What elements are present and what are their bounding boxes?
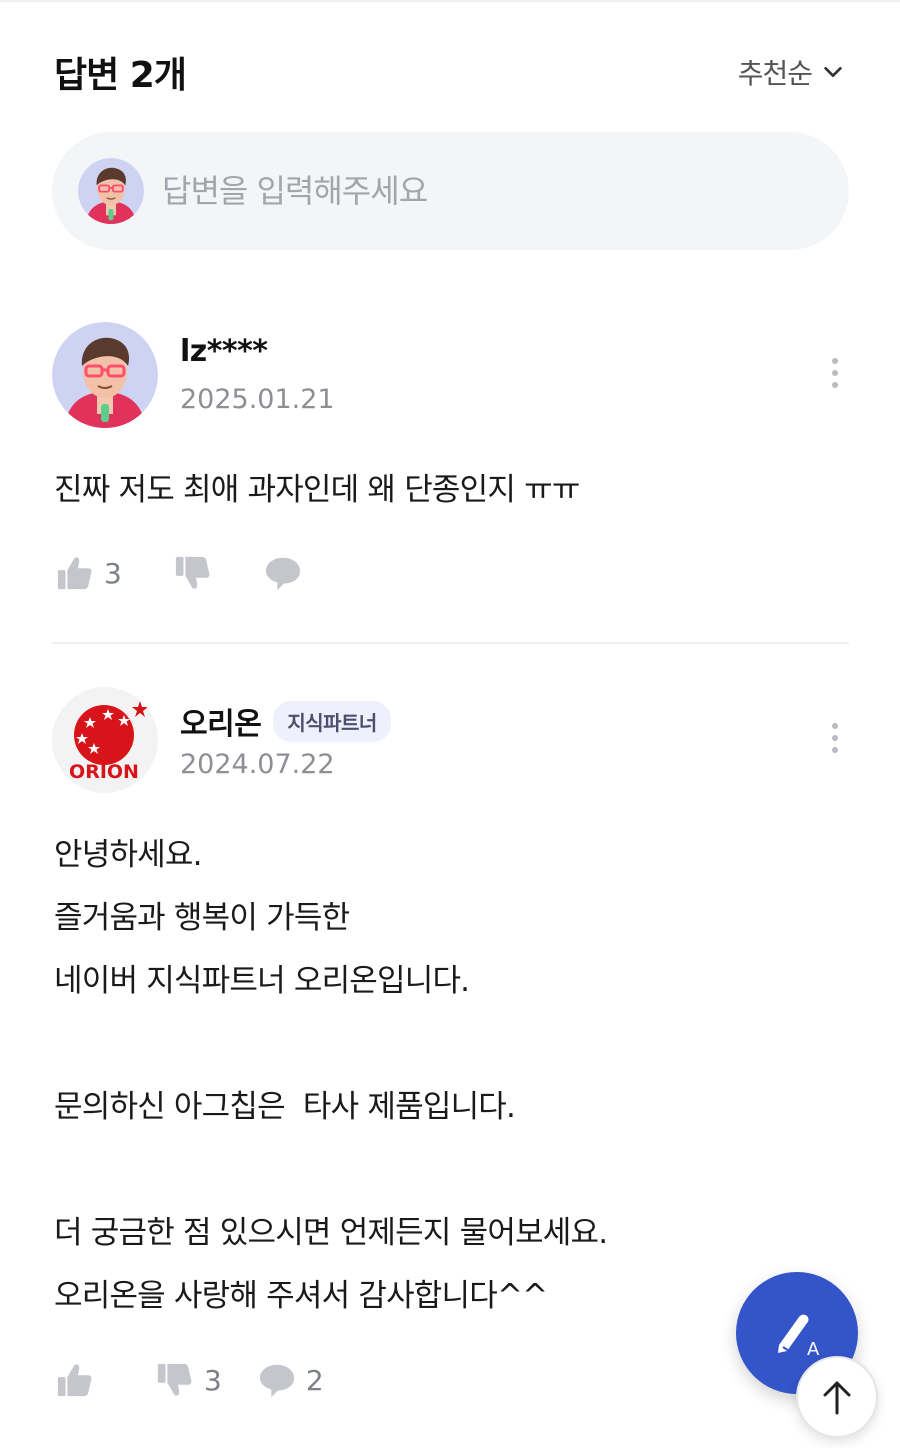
svg-text:A: A [807,1339,820,1360]
like-count: 3 [104,556,122,590]
more-vertical-icon[interactable] [825,358,845,394]
thumbs-down-icon [157,1363,192,1396]
orion-logo-avatar[interactable]: ORION [52,687,158,793]
author-name[interactable]: 오리온 [180,699,262,743]
pen-write-icon: A [778,1314,820,1360]
thumbs-up-icon [57,557,92,590]
author-name[interactable]: lz**** [180,334,268,369]
speech-bubble-icon [265,557,300,591]
thumbs-up-icon [57,1364,92,1397]
answer-author: lz**** [180,334,268,369]
answer-divider [52,642,849,644]
answer-body-line: 안녕하세요. [54,837,202,873]
speech-bubble-icon [259,1364,294,1398]
answer-input-box[interactable] [52,132,849,250]
sort-dropdown[interactable]: 추천순 [738,52,844,92]
answers-count-title: 답변 2개 [54,55,187,96]
answers-page: 답변 2개 추천순 답변을 입력해주세요 lz**** 2025.01.21 진… [0,0,900,1448]
answer-body-line: 진짜 저도 최애 과자인데 왜 단종인지 ㅠㅠ [54,472,580,508]
scroll-to-top-button[interactable] [796,1356,878,1438]
my-avatar [78,158,144,224]
more-vertical-icon[interactable] [825,723,845,759]
sort-label: 추천순 [737,57,813,90]
answer-actions: 3 [56,554,312,592]
answer-body-line: 오리온을 사랑해 주셔서 감사합니다^^ [54,1278,548,1314]
answer-item: lz**** 2025.01.21 진짜 저도 최애 과자인데 왜 단종인지 ㅠ… [52,322,849,612]
answer-date: 2025.01.21 [180,384,335,415]
answers-header: 답변 2개 추천순 [54,44,844,96]
answer-body-line: 즐거움과 행복이 가득한 [54,900,350,936]
dislike-button[interactable]: 3 [156,1361,222,1399]
answer-body-line: 더 궁금한 점 있으시면 언제든지 물어보세요. [54,1215,608,1251]
thumbs-down-icon [175,556,210,589]
answer-input-field[interactable] [162,172,782,210]
svg-text:ORION: ORION [69,761,139,783]
comment-button[interactable] [264,554,312,592]
answer-item: ORION 오리온 지식파트너 2024.07.22 안녕하세요. 즐거움과 행… [52,687,849,1407]
like-button[interactable] [56,1361,104,1399]
user-avatar[interactable] [52,322,158,428]
answer-body-line: 문의하신 아그칩은 타사 제품입니다. [54,1089,516,1125]
like-button[interactable]: 3 [56,554,122,592]
answer-actions: 3 2 [56,1361,324,1399]
dislike-button[interactable] [174,554,222,592]
arrow-up-icon [823,1381,851,1415]
knowledge-partner-badge: 지식파트너 [273,700,391,742]
answer-author: 오리온 지식파트너 [180,699,391,743]
answer-date: 2024.07.22 [180,749,335,780]
comment-button[interactable]: 2 [258,1361,324,1399]
dislike-count: 3 [204,1363,222,1397]
answer-body-line: 네이버 지식파트너 오리온입니다. [54,963,470,999]
top-divider [0,0,900,2]
chevron-down-icon [824,66,842,78]
comment-count: 2 [305,1363,324,1397]
